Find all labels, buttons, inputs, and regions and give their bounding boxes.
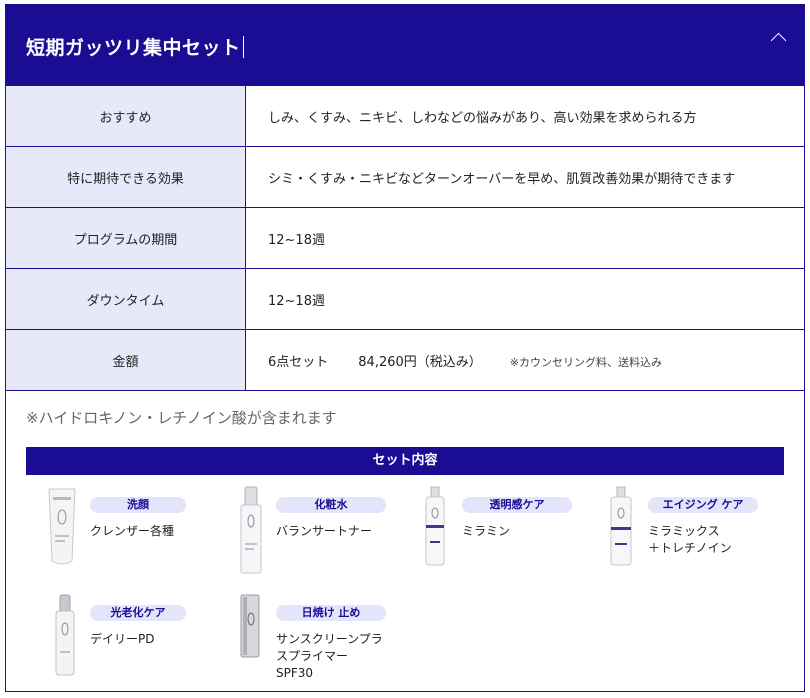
table-row-price: 金額 6点セット 84,260円（税込み） ※カウンセリング料、送料込み [6,329,804,391]
toner-bottle-image [240,486,262,574]
sunscreen-tube-image [240,594,260,658]
price-note: ※カウンセリング料、送料込み [509,355,662,369]
ingredient-note: ※ハイドロキノン・レチノイン酸が含まれます [26,409,337,427]
category-badge: 光老化ケア [90,605,186,621]
set-panel: 短期ガッツリ集中セット おすすめ しみ、くすみ、ニキビ、しわなどの悩みがあり、高… [5,4,805,692]
row-label: 特に期待できる効果 [6,146,246,208]
cleanser-tube-image [48,488,76,565]
item-name: ミラミックス ＋トレチノイン [648,524,732,555]
category-badge: エイジング ケア [648,497,758,513]
info-table: おすすめ しみ、くすみ、ニキビ、しわなどの悩みがあり、高い効果を求められる方 特… [6,86,804,391]
table-row: おすすめ しみ、くすみ、ニキビ、しわなどの悩みがあり、高い効果を求められる方 [6,86,804,147]
table-row: プログラムの期間 12~18週 [6,207,804,269]
daily-pd-bottle-image [55,594,75,676]
price-set: 6点セット [268,354,329,370]
row-label: プログラムの期間 [6,207,246,269]
row-label: ダウンタイム [6,268,246,330]
category-badge: 化粧水 [276,497,386,513]
item-name: ミラミン [462,524,511,538]
row-label: おすすめ [6,86,246,147]
category-badge: 透明感ケア [462,497,572,513]
set-contents-title: セット内容 [26,447,784,475]
row-value: 12~18週 [245,207,804,269]
row-value: シミ・くすみ・ニキビなどターンオーバーを早め、肌質改善効果が期待できます [245,146,804,208]
table-row: ダウンタイム 12~18週 [6,268,804,330]
set-title: 短期ガッツリ集中セット [26,33,244,60]
item-name: クレンザー各種 [90,524,175,538]
price-value: 6点セット 84,260円（税込み） ※カウンセリング料、送料込み [245,329,804,391]
milamin-bottle-image [425,486,445,566]
price-label: 金額 [6,329,246,391]
table-row: 特に期待できる効果 シミ・くすみ・ニキビなどターンオーバーを早め、肌質改善効果が… [6,146,804,208]
text-caret [242,36,244,58]
chevron-up-icon[interactable] [770,32,787,49]
price-amount: 84,260円（税込み） [358,354,482,370]
category-badge: 洗顔 [90,497,186,513]
milamix-bottle-image [610,486,632,566]
row-value: しみ、くすみ、ニキビ、しわなどの悩みがあり、高い効果を求められる方 [245,86,804,147]
accordion-header[interactable]: 短期ガッツリ集中セット [6,5,804,86]
row-value: 12~18週 [245,268,804,330]
item-name: デイリーPD [90,632,155,646]
category-badge: 日焼け 止め [276,605,386,621]
item-name: バランサートナー [276,524,373,538]
item-name: サンスクリーンプラ スプライマー SPF30 [276,632,383,680]
